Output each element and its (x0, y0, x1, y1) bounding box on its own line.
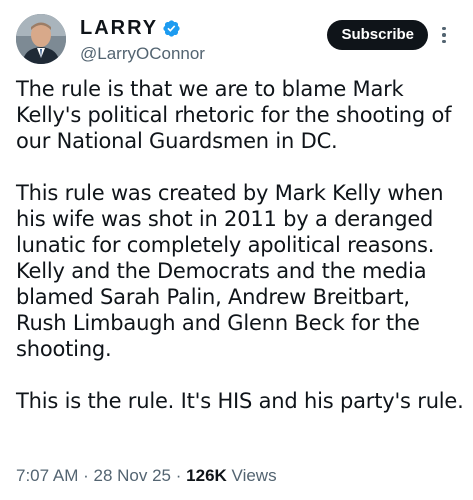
tweet-text: The rule is that we are to blame Mark Ke… (16, 76, 464, 414)
tweet-meta: 7:07 AM · 28 Nov 25 · 126K Views (16, 466, 277, 486)
more-vertical-icon[interactable] (436, 22, 452, 48)
meta-separator: · (83, 466, 89, 485)
tweet-paragraph: The rule is that we are to blame Mark Ke… (16, 77, 452, 153)
tweet-date[interactable]: 28 Nov 25 (94, 466, 172, 485)
verified-badge-icon[interactable] (162, 19, 181, 38)
views-label: Views (231, 466, 277, 485)
meta-separator: · (175, 466, 182, 485)
subscribe-button[interactable]: Subscribe (327, 20, 428, 50)
tweet-time[interactable]: 7:07 AM (16, 466, 78, 485)
avatar[interactable] (16, 14, 66, 64)
avatar-image (16, 14, 66, 64)
tweet-header: LARRY @LarryOConnor Subscribe (16, 14, 456, 66)
tweet-paragraph: This is the rule. It's HIS and his party… (16, 389, 464, 413)
tweet-paragraph: This rule was created by Mark Kelly when… (16, 181, 444, 361)
author-names: LARRY @LarryOConnor (80, 16, 205, 64)
display-name-row[interactable]: LARRY (80, 16, 205, 40)
views-count[interactable]: 126K (186, 466, 227, 485)
author-handle[interactable]: @LarryOConnor (80, 44, 205, 64)
display-name[interactable]: LARRY (80, 17, 158, 40)
